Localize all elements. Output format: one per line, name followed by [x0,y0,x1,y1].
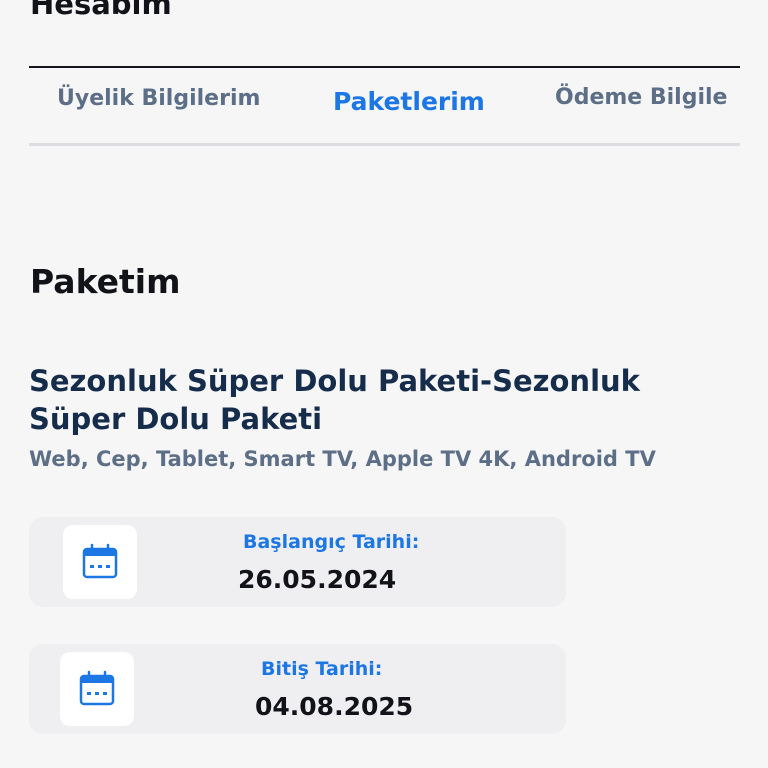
end-date-value: 04.08.2025 [255,692,414,721]
account-tabs: Üyelik Bilgilerim Paketlerim Ödeme Bilgi… [29,66,740,146]
calendar-icon [79,670,115,706]
start-date-card: Başlangıç Tarihi: 26.05.2024 [29,517,566,607]
start-date-icon-box [63,525,137,599]
page-title: Hesabım [30,0,172,21]
end-date-card: Bitiş Tarihi: 04.08.2025 [29,644,566,734]
end-date-icon-box [60,652,134,726]
section-title: Paketim [30,262,181,301]
calendar-icon [82,543,118,579]
tab-packages[interactable]: Paketlerim [333,87,485,116]
start-date-label: Başlangıç Tarihi: [243,531,420,553]
end-date-label: Bitiş Tarihi: [261,658,383,680]
tab-payment-info[interactable]: Ödeme Bilgile [555,85,727,110]
package-name: Sezonluk Süper Dolu Paketi-Sezonluk Süpe… [29,364,640,436]
tab-membership-info[interactable]: Üyelik Bilgilerim [57,86,260,111]
start-date-value: 26.05.2024 [238,565,397,594]
account-page: Hesabım Üyelik Bilgilerim Paketlerim Öde… [0,0,768,768]
package-platforms: Web, Cep, Tablet, Smart TV, Apple TV 4K,… [29,447,656,471]
